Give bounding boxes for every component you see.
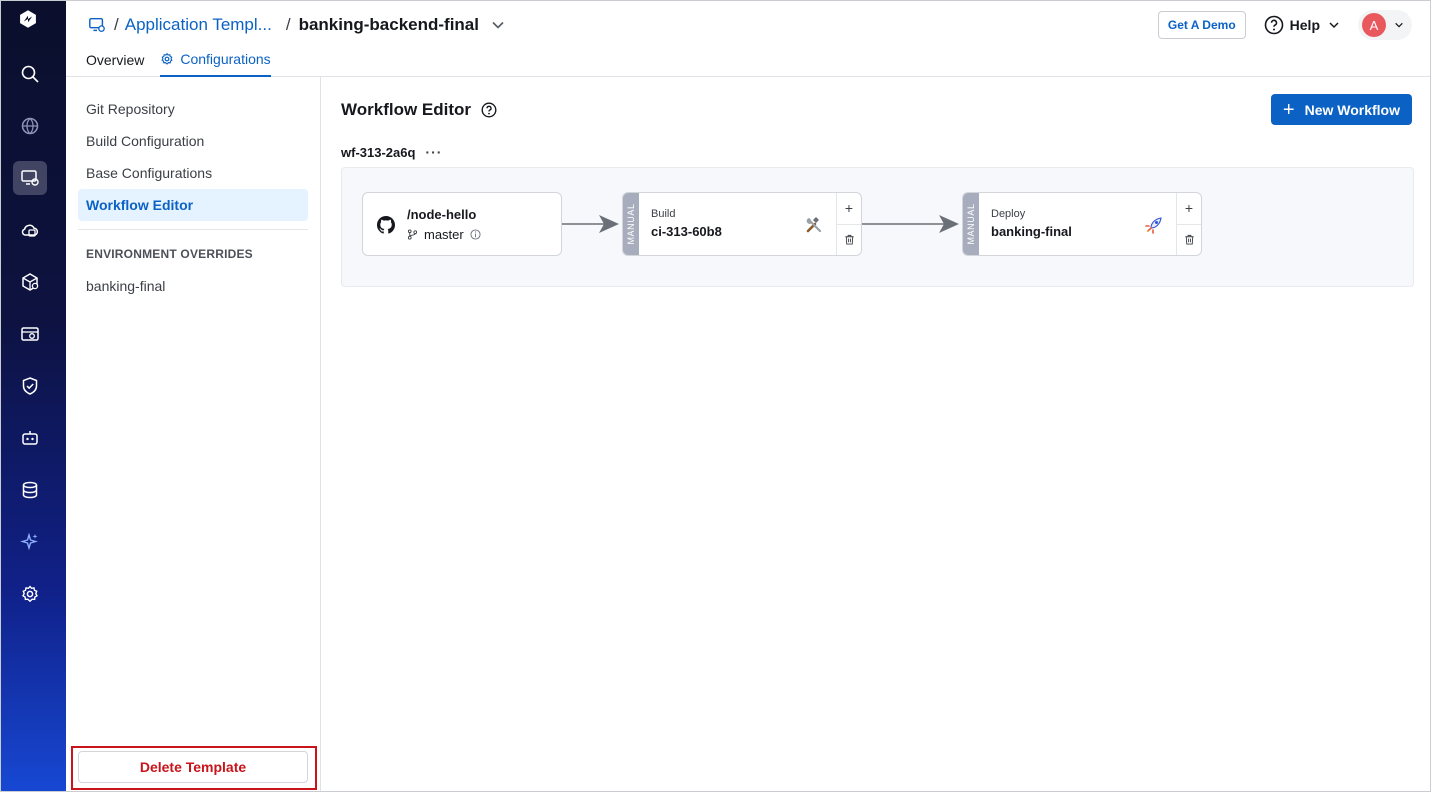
manual-trigger-tag: MANUAL bbox=[963, 193, 979, 255]
help-label: Help bbox=[1289, 17, 1320, 33]
stage-actions: + bbox=[1177, 193, 1201, 255]
page-header: / Application Templ... / banking-backend… bbox=[66, 1, 1430, 77]
chevron-down-icon[interactable] bbox=[491, 18, 505, 32]
sidebar-item-base-configurations[interactable]: Base Configurations bbox=[78, 157, 308, 189]
sidebar-item-git-repository[interactable]: Git Repository bbox=[78, 93, 308, 125]
help-icon bbox=[1264, 15, 1283, 35]
branch-name: master bbox=[424, 227, 464, 242]
tab-label: Configurations bbox=[180, 51, 271, 67]
search-icon[interactable] bbox=[13, 57, 47, 91]
breadcrumb-separator: / bbox=[114, 15, 119, 34]
stage-name: banking-final bbox=[991, 224, 1072, 239]
add-stage-button[interactable]: + bbox=[1177, 193, 1201, 224]
security-icon[interactable] bbox=[13, 369, 47, 403]
help-icon[interactable] bbox=[481, 102, 497, 118]
resource-browser-icon[interactable] bbox=[13, 317, 47, 351]
stage-type-label: Deploy bbox=[991, 208, 1026, 220]
ai-sparkle-icon[interactable] bbox=[13, 525, 47, 559]
new-workflow-button[interactable]: + New Workflow bbox=[1270, 94, 1412, 125]
source-node[interactable]: /node-hello master bbox=[362, 192, 562, 256]
configuration-sidebar: Git Repository Build Configuration Base … bbox=[66, 77, 321, 791]
build-stage-body[interactable]: Build ci-313-60b8 bbox=[639, 193, 837, 255]
app-template-icon bbox=[89, 17, 105, 32]
new-workflow-label: New Workflow bbox=[1304, 101, 1400, 118]
breadcrumb-parent-link[interactable]: Application Templ... bbox=[125, 15, 272, 35]
sidebar-item-workflow-editor[interactable]: Workflow Editor bbox=[78, 189, 308, 221]
header-actions: Get A Demo Help A bbox=[1157, 10, 1412, 40]
stage-type-label: Build bbox=[651, 208, 676, 220]
cloud-apps-icon[interactable] bbox=[13, 213, 47, 247]
github-icon bbox=[377, 216, 395, 234]
main-nav-rail bbox=[1, 1, 66, 791]
database-icon[interactable] bbox=[13, 473, 47, 507]
gear-icon bbox=[161, 52, 174, 65]
breadcrumb: / Application Templ... / banking-backend… bbox=[88, 13, 505, 37]
workflow-id: wf-313-2a6q bbox=[341, 144, 416, 160]
tab-bar: Overview Configurations bbox=[86, 49, 287, 77]
avatar: A bbox=[1362, 13, 1386, 37]
tab-configurations[interactable]: Configurations bbox=[160, 49, 271, 77]
plus-icon: + bbox=[1282, 98, 1295, 121]
settings-icon[interactable] bbox=[13, 577, 47, 611]
workflow-canvas: /node-hello master MANUAL Build ci-313-6… bbox=[341, 167, 1414, 287]
build-tools-icon bbox=[806, 217, 822, 233]
deploy-stage-node[interactable]: MANUAL Deploy banking-final + bbox=[962, 192, 1202, 256]
source-branch: master bbox=[407, 227, 481, 242]
workflow-name: wf-313-2a6q ··· bbox=[341, 144, 442, 160]
app-templates-icon[interactable] bbox=[13, 161, 47, 195]
sidebar-item-env-banking-final[interactable]: banking-final bbox=[78, 270, 308, 302]
workflow-editor-panel: Workflow Editor + New Workflow wf-313-2a… bbox=[321, 77, 1430, 791]
app-window: / Application Templ... / banking-backend… bbox=[0, 0, 1431, 792]
rocket-icon bbox=[1145, 217, 1162, 234]
tab-overview[interactable]: Overview bbox=[86, 49, 144, 77]
tab-label: Overview bbox=[86, 52, 145, 68]
delete-stage-button[interactable] bbox=[1177, 223, 1201, 256]
delete-template-highlight: Delete Template bbox=[71, 746, 317, 790]
trash-icon bbox=[1184, 235, 1194, 245]
manual-trigger-tag: MANUAL bbox=[623, 193, 639, 255]
page-title-text: Workflow Editor bbox=[341, 100, 472, 119]
trash-icon bbox=[844, 235, 854, 245]
source-repo: /node-hello bbox=[407, 207, 477, 222]
workflow-menu-button[interactable]: ··· bbox=[425, 144, 442, 160]
stage-actions: + bbox=[837, 193, 861, 255]
globe-icon[interactable] bbox=[13, 109, 47, 143]
trigger-label: MANUAL bbox=[626, 203, 636, 245]
info-icon[interactable] bbox=[470, 229, 481, 240]
chevron-down-icon bbox=[1395, 22, 1403, 28]
get-demo-button[interactable]: Get A Demo bbox=[1157, 11, 1246, 39]
bot-icon[interactable] bbox=[13, 421, 47, 455]
breadcrumb-separator: / bbox=[285, 15, 291, 34]
environment-overrides-heading: ENVIRONMENT OVERRIDES bbox=[86, 247, 253, 261]
logo-icon[interactable] bbox=[18, 9, 42, 33]
deploy-stage-body[interactable]: Deploy banking-final bbox=[979, 193, 1177, 255]
trigger-label: MANUAL bbox=[966, 203, 976, 245]
git-branch-icon bbox=[407, 229, 418, 240]
helm-apps-icon[interactable] bbox=[13, 265, 47, 299]
chevron-down-icon bbox=[1329, 22, 1339, 29]
breadcrumb-current: banking-backend-final bbox=[298, 15, 479, 34]
page-title: Workflow Editor bbox=[341, 100, 497, 120]
user-menu[interactable]: A bbox=[1358, 10, 1412, 40]
delete-stage-button[interactable] bbox=[837, 223, 861, 256]
delete-template-button[interactable]: Delete Template bbox=[78, 751, 308, 783]
sidebar-item-build-configuration[interactable]: Build Configuration bbox=[78, 125, 308, 157]
build-stage-node[interactable]: MANUAL Build ci-313-60b8 + bbox=[622, 192, 862, 256]
add-stage-button[interactable]: + bbox=[837, 193, 861, 224]
help-menu[interactable]: Help bbox=[1264, 15, 1340, 35]
stage-name: ci-313-60b8 bbox=[651, 224, 722, 239]
sidebar-divider bbox=[78, 229, 308, 230]
